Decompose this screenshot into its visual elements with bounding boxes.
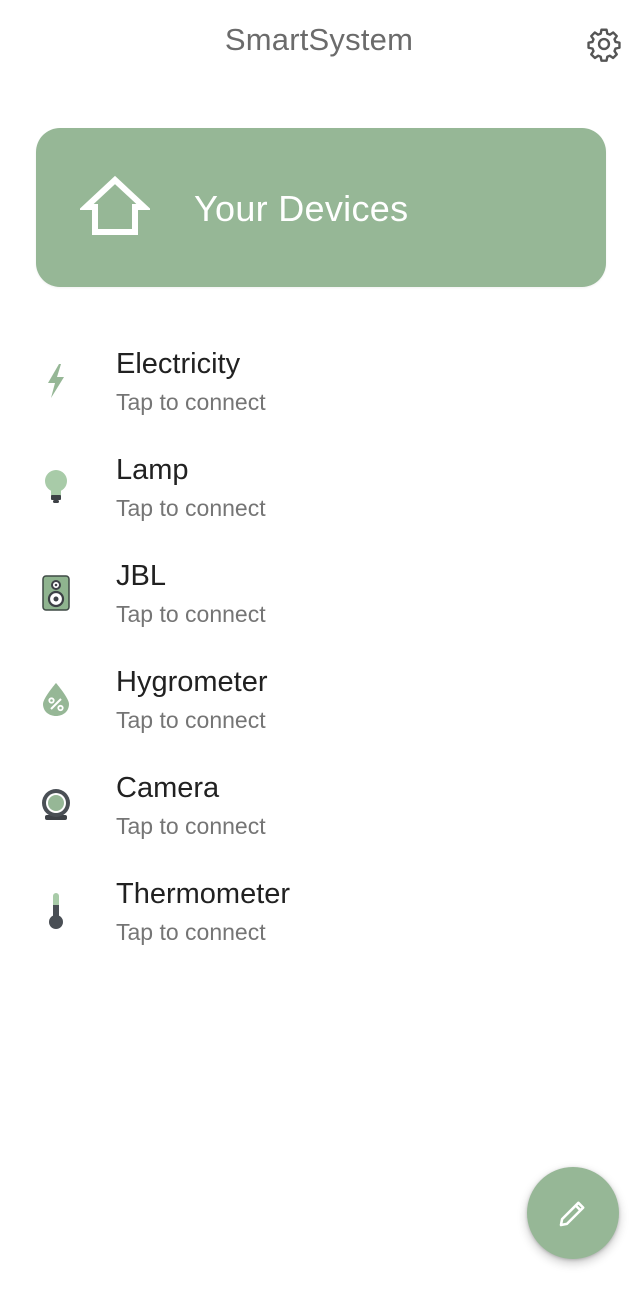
thermometer-icon	[35, 890, 77, 932]
device-status: Tap to connect	[116, 601, 266, 627]
humidity-drop-icon	[35, 678, 77, 720]
device-status: Tap to connect	[116, 389, 266, 415]
your-devices-banner[interactable]: Your Devices	[36, 128, 606, 287]
edit-fab-button[interactable]	[527, 1167, 619, 1259]
webcam-icon	[35, 784, 77, 826]
gear-icon	[587, 28, 621, 62]
settings-button[interactable]	[584, 24, 624, 64]
device-name: JBL	[116, 560, 166, 592]
device-item-electricity[interactable]: Electricity Tap to connect	[0, 336, 638, 442]
device-list: Electricity Tap to connect Lamp Tap to c…	[0, 336, 638, 972]
device-status: Tap to connect	[116, 707, 266, 733]
device-item-lamp[interactable]: Lamp Tap to connect	[0, 442, 638, 548]
device-name: Hygrometer	[116, 666, 268, 698]
lightning-bolt-icon	[35, 360, 77, 402]
home-icon	[80, 175, 150, 235]
device-item-hygrometer[interactable]: Hygrometer Tap to connect	[0, 654, 638, 760]
speaker-icon	[35, 572, 77, 614]
device-item-jbl[interactable]: JBL Tap to connect	[0, 548, 638, 654]
lightbulb-icon	[35, 466, 77, 508]
device-name: Thermometer	[116, 878, 291, 910]
device-status: Tap to connect	[116, 919, 266, 945]
device-name: Lamp	[116, 454, 189, 486]
device-status: Tap to connect	[116, 495, 266, 521]
device-name: Electricity	[116, 348, 241, 380]
pencil-icon	[559, 1201, 585, 1227]
device-item-thermometer[interactable]: Thermometer Tap to connect	[0, 866, 638, 972]
device-status: Tap to connect	[116, 813, 266, 839]
device-name: Camera	[116, 772, 220, 804]
device-item-camera[interactable]: Camera Tap to connect	[0, 760, 638, 866]
banner-label: Your Devices	[194, 188, 409, 229]
app-title: SmartSystem	[224, 22, 414, 57]
